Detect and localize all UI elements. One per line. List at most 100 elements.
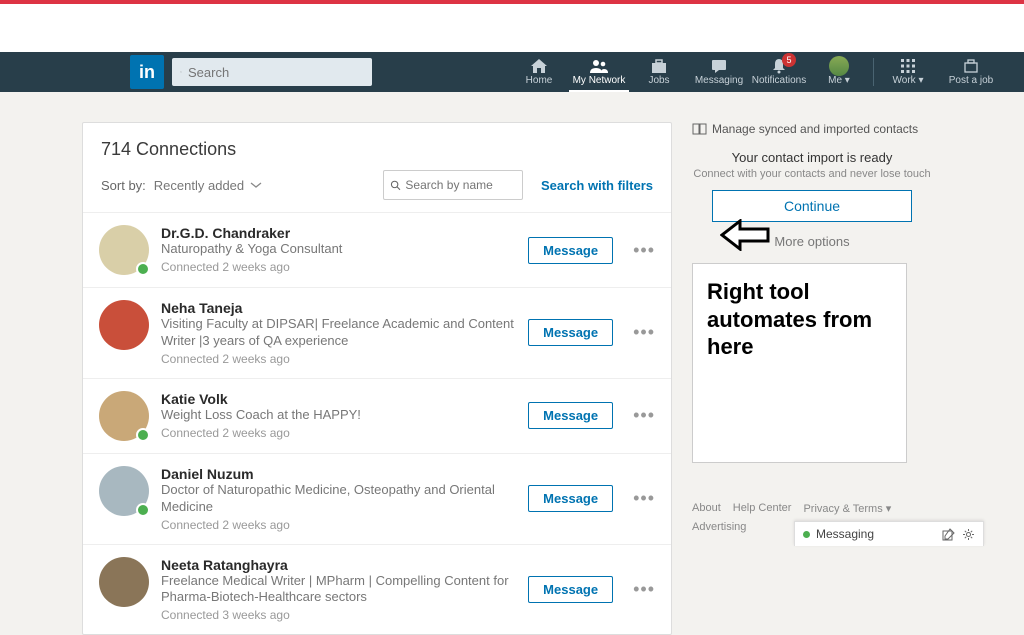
browser-chrome-gap xyxy=(0,0,1024,52)
nav-jobs[interactable]: Jobs xyxy=(629,52,689,92)
footer-links: About Help Center Privacy & Terms ▾ xyxy=(692,502,932,515)
grid-icon xyxy=(898,57,918,75)
connection-row: Neha Taneja Visiting Faculty at DIPSAR| … xyxy=(83,287,671,378)
annotation-overlay: Right tool automates from here xyxy=(692,263,907,463)
chevron-down-icon xyxy=(250,181,262,189)
connections-title: 714 Connections xyxy=(83,139,671,170)
gear-icon[interactable] xyxy=(961,527,975,541)
connection-subtitle: Visiting Faculty at DIPSAR| Freelance Ac… xyxy=(161,316,516,350)
presence-indicator xyxy=(136,503,150,517)
nav-label: Home xyxy=(526,75,553,86)
nav-me[interactable]: Me ▾ xyxy=(809,52,869,92)
nav-separator xyxy=(873,58,874,86)
connection-name[interactable]: Daniel Nuzum xyxy=(161,466,516,482)
connection-avatar[interactable] xyxy=(99,466,149,516)
connection-time: Connected 3 weeks ago xyxy=(161,608,516,622)
footer-privacy[interactable]: Privacy & Terms ▾ xyxy=(803,502,891,515)
nav-search[interactable] xyxy=(172,58,372,86)
nav-label: Messaging xyxy=(695,75,743,86)
continue-button[interactable]: Continue xyxy=(712,190,912,222)
connection-row: Daniel Nuzum Doctor of Naturopathic Medi… xyxy=(83,453,671,544)
nav-label: Post a job xyxy=(949,75,993,86)
sort-dropdown[interactable]: Recently added xyxy=(154,178,262,193)
connection-row: Katie Volk Weight Loss Coach at the HAPP… xyxy=(83,378,671,453)
nav-items: Home My Network Jobs Messaging 5 Notific… xyxy=(509,52,1004,92)
manage-contacts-link[interactable]: Manage synced and imported contacts xyxy=(692,122,932,136)
connection-avatar[interactable] xyxy=(99,225,149,275)
more-actions-icon[interactable]: ••• xyxy=(633,405,655,426)
nav-label: Notifications xyxy=(752,75,806,86)
arrow-annotation xyxy=(720,219,770,256)
connections-card: 714 Connections Sort by: Recently added … xyxy=(82,122,672,635)
presence-dot xyxy=(803,531,810,538)
import-title: Your contact import is ready xyxy=(692,150,932,165)
messaging-dock-label: Messaging xyxy=(816,527,935,541)
nav-label: Jobs xyxy=(648,75,669,86)
connection-name[interactable]: Katie Volk xyxy=(161,391,516,407)
sort-row: Sort by: Recently added Search with filt… xyxy=(83,170,671,212)
messaging-icon xyxy=(709,57,729,75)
presence-indicator xyxy=(136,262,150,276)
search-icon xyxy=(180,65,182,79)
nav-home[interactable]: Home xyxy=(509,52,569,92)
nav-messaging[interactable]: Messaging xyxy=(689,52,749,92)
connection-time: Connected 2 weeks ago xyxy=(161,260,516,274)
avatar-icon xyxy=(829,57,849,75)
connection-info: Neeta Ratanghayra Freelance Medical Writ… xyxy=(161,557,516,623)
people-icon xyxy=(589,57,609,75)
footer-help[interactable]: Help Center xyxy=(733,502,792,515)
connection-row: Neeta Ratanghayra Freelance Medical Writ… xyxy=(83,544,671,635)
message-button[interactable]: Message xyxy=(528,576,613,603)
main-navbar: in Home My Network Jobs Messaging 5 Noti… xyxy=(0,52,1024,92)
presence-indicator xyxy=(136,428,150,442)
connection-avatar[interactable] xyxy=(99,557,149,607)
connection-info: Dr.G.D. Chandraker Naturopathy & Yoga Co… xyxy=(161,225,516,274)
connection-time: Connected 2 weeks ago xyxy=(161,426,516,440)
more-actions-icon[interactable]: ••• xyxy=(633,322,655,343)
connection-avatar[interactable] xyxy=(99,300,149,350)
message-button[interactable]: Message xyxy=(528,485,613,512)
connection-info: Daniel Nuzum Doctor of Naturopathic Medi… xyxy=(161,466,516,532)
sort-value-text: Recently added xyxy=(154,178,244,193)
connection-avatar[interactable] xyxy=(99,391,149,441)
search-by-name[interactable] xyxy=(383,170,523,200)
manage-contacts-text: Manage synced and imported contacts xyxy=(712,122,918,136)
sort-label: Sort by: xyxy=(101,178,146,193)
nav-my-network[interactable]: My Network xyxy=(569,52,629,92)
nav-work[interactable]: Work ▾ xyxy=(878,52,938,92)
connections-list: Dr.G.D. Chandraker Naturopathy & Yoga Co… xyxy=(83,212,671,634)
notification-badge: 5 xyxy=(782,53,796,67)
connection-name[interactable]: Neha Taneja xyxy=(161,300,516,316)
connection-subtitle: Doctor of Naturopathic Medicine, Osteopa… xyxy=(161,482,516,516)
page-content: 714 Connections Sort by: Recently added … xyxy=(82,122,942,635)
annotation-text: Right tool automates from here xyxy=(707,278,892,361)
message-button[interactable]: Message xyxy=(528,237,613,264)
search-icon xyxy=(390,179,401,192)
more-actions-icon[interactable]: ••• xyxy=(633,488,655,509)
import-subtitle: Connect with your contacts and never los… xyxy=(692,168,932,180)
connection-name[interactable]: Neeta Ratanghayra xyxy=(161,557,516,573)
nav-search-input[interactable] xyxy=(188,65,364,80)
footer-about[interactable]: About xyxy=(692,502,721,515)
post-job-icon xyxy=(961,57,981,75)
search-name-input[interactable] xyxy=(405,178,516,192)
nav-post-job[interactable]: Post a job xyxy=(938,52,1004,92)
nav-label: My Network xyxy=(573,75,626,86)
message-button[interactable]: Message xyxy=(528,319,613,346)
right-sidebar: Manage synced and imported contacts Your… xyxy=(692,122,932,635)
connection-subtitle: Weight Loss Coach at the HAPPY! xyxy=(161,407,516,424)
search-filters-link[interactable]: Search with filters xyxy=(541,178,653,193)
connection-subtitle: Freelance Medical Writer | MPharm | Comp… xyxy=(161,573,516,607)
nav-label: Me ▾ xyxy=(828,75,850,86)
linkedin-logo[interactable]: in xyxy=(130,55,164,89)
message-button[interactable]: Message xyxy=(528,402,613,429)
connection-time: Connected 2 weeks ago xyxy=(161,352,516,366)
messaging-dock[interactable]: Messaging xyxy=(794,521,984,546)
connection-row: Dr.G.D. Chandraker Naturopathy & Yoga Co… xyxy=(83,212,671,287)
more-actions-icon[interactable]: ••• xyxy=(633,240,655,261)
compose-icon[interactable] xyxy=(941,527,955,541)
nav-notifications[interactable]: 5 Notifications xyxy=(749,52,809,92)
connection-name[interactable]: Dr.G.D. Chandraker xyxy=(161,225,516,241)
briefcase-icon xyxy=(649,57,669,75)
more-actions-icon[interactable]: ••• xyxy=(633,579,655,600)
